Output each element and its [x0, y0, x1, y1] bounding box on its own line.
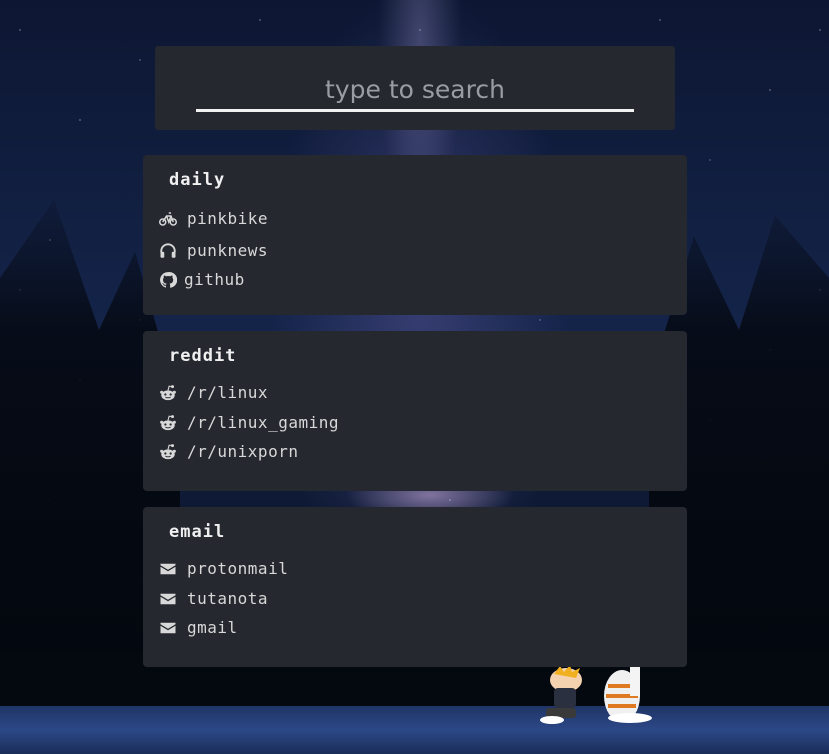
link-gmail[interactable]: gmail	[158, 618, 238, 637]
bicycle-icon	[158, 210, 178, 228]
link-punknews[interactable]: punknews	[158, 241, 268, 260]
card-title: reddit	[169, 346, 237, 366]
link-label: /r/linux	[187, 383, 269, 402]
search-panel	[155, 46, 675, 130]
card-reddit: reddit /r/linux /r/linux_gaming /r/unixp…	[143, 331, 687, 491]
link-r-linux-gaming[interactable]: /r/linux_gaming	[158, 413, 339, 432]
card-title: daily	[169, 170, 226, 190]
link-label: gmail	[187, 618, 238, 637]
link-label: tutanota	[187, 589, 269, 608]
link-tutanota[interactable]: tutanota	[158, 589, 268, 608]
envelope-icon	[158, 590, 178, 608]
link-protonmail[interactable]: protonmail	[158, 559, 288, 578]
link-label: punknews	[187, 241, 269, 260]
link-pinkbike[interactable]: pinkbike	[158, 209, 268, 228]
card-daily: daily pinkbike punknews github	[143, 155, 687, 315]
github-icon	[158, 271, 178, 289]
link-r-unixporn[interactable]: /r/unixporn	[158, 442, 298, 461]
reddit-icon	[158, 443, 178, 461]
link-label: github	[184, 270, 245, 289]
reddit-icon	[158, 414, 178, 432]
headphones-icon	[158, 242, 178, 260]
envelope-icon	[158, 560, 178, 578]
reddit-icon	[158, 384, 178, 402]
card-title: email	[169, 522, 226, 542]
ground-grass	[0, 706, 829, 754]
link-label: /r/unixporn	[187, 442, 299, 461]
link-label: protonmail	[187, 559, 289, 578]
link-github[interactable]: github	[158, 270, 245, 289]
link-label: /r/linux_gaming	[187, 413, 339, 432]
characters-illustration	[540, 666, 652, 724]
card-email: email protonmail tutanota gmail	[143, 507, 687, 667]
envelope-icon	[158, 619, 178, 637]
link-r-linux[interactable]: /r/linux	[158, 383, 268, 402]
link-label: pinkbike	[187, 209, 269, 228]
search-input[interactable]	[196, 70, 634, 112]
